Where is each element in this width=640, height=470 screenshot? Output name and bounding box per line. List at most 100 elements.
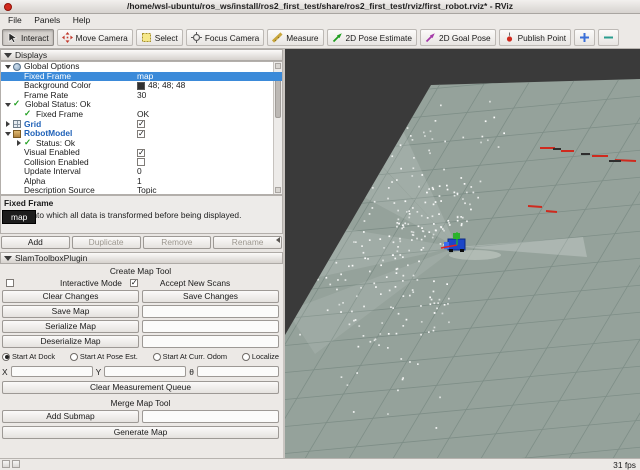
property-value[interactable] xyxy=(137,158,145,167)
measure-tool-button[interactable]: Measure xyxy=(267,29,324,46)
property-value[interactable]: 0 xyxy=(137,167,142,176)
theta-input[interactable] xyxy=(196,366,279,377)
save-map-button[interactable]: Save Map xyxy=(2,305,139,318)
add-tool-button[interactable] xyxy=(574,29,596,46)
save-changes-button[interactable]: Save Changes xyxy=(142,290,279,303)
panel-collapse-icon[interactable] xyxy=(4,256,12,261)
help-text: Frame into which all data is transformed… xyxy=(4,210,242,220)
start-at-dock-radio[interactable]: Start At Dock xyxy=(2,352,55,361)
interact-cursor-icon xyxy=(8,32,18,43)
property-help-box: Fixed Frame Frame into which all data is… xyxy=(0,195,283,234)
expander-closed-icon[interactable] xyxy=(15,139,24,148)
unchecked-checkbox[interactable] xyxy=(137,158,145,167)
menu-panels[interactable]: Panels xyxy=(29,14,65,26)
clear-changes-button[interactable]: Clear Changes xyxy=(2,290,139,303)
expander-open-icon[interactable] xyxy=(4,62,13,71)
property-label: Visual Enabled xyxy=(24,147,80,158)
displays-tree[interactable]: Global Options Fixed Frame map Background C… xyxy=(0,61,283,195)
interact-tool-button[interactable]: Interact xyxy=(2,29,54,46)
property-value[interactable] xyxy=(137,129,145,138)
radio-icon[interactable] xyxy=(152,352,161,361)
add-display-button[interactable]: Add xyxy=(1,236,70,249)
radio-icon[interactable] xyxy=(2,352,10,361)
publish-point-icon xyxy=(506,32,512,42)
displays-panel-title: Displays xyxy=(15,50,48,60)
rename-display-button[interactable]: Rename xyxy=(213,236,282,249)
remove-display-button[interactable]: Remove xyxy=(142,236,212,249)
displays-panel-header[interactable]: Displays xyxy=(0,49,283,61)
property-value[interactable]: 30 xyxy=(137,90,146,100)
accept-new-scans-checkbox[interactable] xyxy=(129,278,138,287)
value-text: 0 xyxy=(137,166,142,177)
slam-panel-header[interactable]: SlamToolboxPlugin xyxy=(0,252,283,264)
robot-icon xyxy=(13,129,21,138)
display-tree-row[interactable]: Fixed Frame OK xyxy=(1,109,282,120)
property-value[interactable]: Topic xyxy=(137,186,157,194)
render-viewport[interactable] xyxy=(285,49,640,458)
serialize-map-input[interactable] xyxy=(142,320,279,333)
generate-map-button[interactable]: Generate Map xyxy=(2,426,279,439)
check-icon xyxy=(24,109,33,119)
radio-icon[interactable] xyxy=(69,352,78,361)
duplicate-display-button[interactable]: Duplicate xyxy=(71,236,141,249)
property-value[interactable]: 48; 48; 48 xyxy=(137,81,185,90)
splitter-collapse-icon[interactable] xyxy=(276,237,280,243)
start-at-pose-est-radio[interactable]: Start At Pose Est. xyxy=(69,352,138,361)
goal-pose-arrow-icon xyxy=(425,33,435,43)
add-submap-input[interactable] xyxy=(142,410,279,423)
select-tool-button[interactable]: Select xyxy=(135,29,183,46)
property-label: Update Interval xyxy=(24,166,81,177)
checked-checkbox[interactable] xyxy=(137,148,145,157)
clear-measurement-queue-button[interactable]: Clear Measurement Queue xyxy=(2,381,279,394)
start-at-curr-odom-radio[interactable]: Start At Curr. Odom xyxy=(152,352,227,361)
status-grip[interactable] xyxy=(12,460,20,468)
fixed-frame-editor-popup[interactable]: map xyxy=(2,210,37,224)
property-value[interactable]: OK xyxy=(137,110,149,119)
window-titlebar[interactable]: /home/wsl-ubuntu/ros_ws/install/ros2_fir… xyxy=(0,0,640,14)
interactive-mode-checkbox[interactable] xyxy=(6,279,14,287)
focus-camera-tool-button[interactable]: Focus Camera xyxy=(185,29,265,46)
goal-pose-tool-button[interactable]: 2D Goal Pose xyxy=(419,29,496,46)
display-tree-row[interactable]: RobotModel xyxy=(1,129,282,139)
menu-file[interactable]: File xyxy=(3,14,27,26)
display-tree-row[interactable]: Description Source Topic xyxy=(1,186,282,194)
pose-estimate-tool-button[interactable]: 2D Pose Estimate xyxy=(326,29,417,46)
checked-checkbox[interactable] xyxy=(137,129,145,138)
checked-checkbox[interactable] xyxy=(137,119,145,129)
x-input[interactable] xyxy=(10,366,93,377)
y-input[interactable] xyxy=(104,366,187,377)
help-title: Fixed Frame xyxy=(4,198,54,208)
expander-open-icon[interactable] xyxy=(4,100,13,109)
select-icon xyxy=(141,33,151,42)
minus-icon xyxy=(604,36,614,39)
deserialize-map-input[interactable] xyxy=(142,335,279,348)
property-value[interactable] xyxy=(137,119,145,129)
status-grip[interactable] xyxy=(2,460,10,468)
menu-help[interactable]: Help xyxy=(68,14,95,26)
publish-point-tool-button[interactable]: Publish Point xyxy=(498,29,572,46)
serialize-map-button[interactable]: Serialize Map xyxy=(2,320,139,333)
remove-tool-button[interactable] xyxy=(598,29,620,46)
expander-open-icon[interactable] xyxy=(4,129,13,138)
property-label: RobotModel xyxy=(24,128,73,139)
localize-radio[interactable]: Localize xyxy=(241,352,279,361)
deserialize-map-button[interactable]: Deserialize Map xyxy=(2,335,139,348)
slam-panel-title: SlamToolboxPlugin xyxy=(15,253,88,263)
radio-icon[interactable] xyxy=(241,352,250,361)
globe-icon xyxy=(13,62,21,71)
status-bar: 31 fps xyxy=(0,458,640,470)
move-camera-tool-button[interactable]: Move Camera xyxy=(56,29,133,46)
property-value[interactable] xyxy=(137,148,145,157)
save-map-input[interactable] xyxy=(142,305,279,318)
color-swatch xyxy=(137,81,145,90)
window-title: /home/wsl-ubuntu/ros_ws/install/ros2_fir… xyxy=(126,1,514,11)
add-submap-button[interactable]: Add Submap xyxy=(2,410,139,423)
check-icon xyxy=(13,99,22,109)
panel-collapse-icon[interactable] xyxy=(4,53,12,58)
expander-closed-icon[interactable] xyxy=(4,120,13,129)
